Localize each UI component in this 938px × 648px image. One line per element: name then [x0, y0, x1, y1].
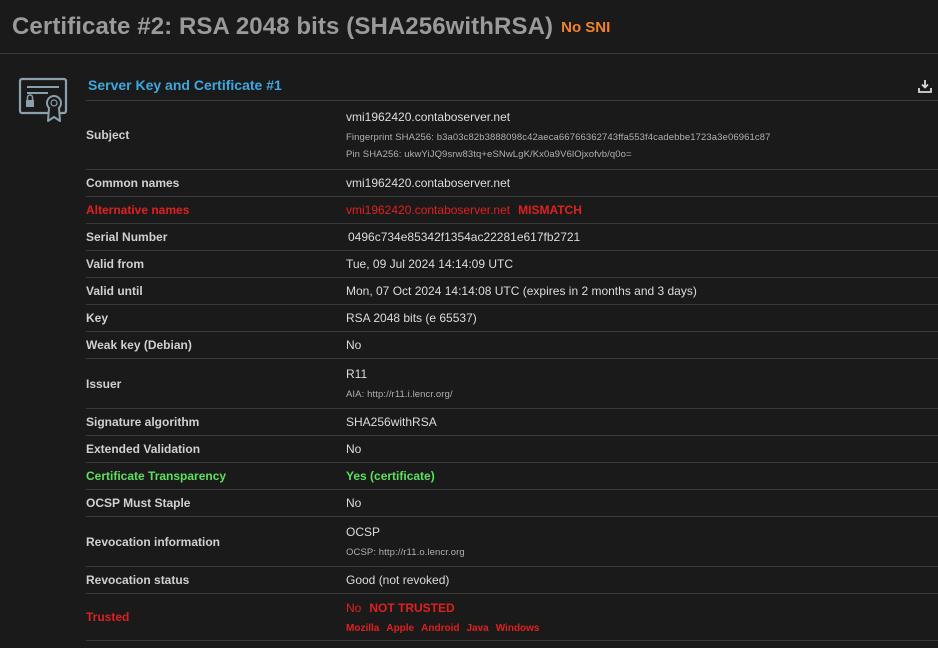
- trust-store-java[interactable]: Java: [466, 623, 488, 634]
- label-revocation-status: Revocation status: [86, 566, 346, 594]
- revocation-ocsp-url: OCSP: http://r11.o.lencr.org: [346, 547, 465, 558]
- label-trusted: Trusted: [86, 593, 346, 641]
- row-revocation-information: Revocation information OCSP OCSP: http:/…: [86, 516, 938, 567]
- row-key: Key RSA 2048 bits (e 65537): [86, 304, 938, 332]
- section-title: Server Key and Certificate #1: [88, 77, 282, 93]
- trust-store-mozilla[interactable]: Mozilla: [346, 623, 379, 634]
- label-weak-key: Weak key (Debian): [86, 331, 346, 359]
- row-valid-until: Valid until Mon, 07 Oct 2024 14:14:08 UT…: [86, 277, 938, 305]
- label-revocation-information: Revocation information: [86, 516, 346, 567]
- certificate-icon: [18, 77, 68, 122]
- signature-algorithm-value: SHA256withRSA: [346, 408, 938, 436]
- certificate-details-table: Subject vmi1962420.contaboserver.net Fin…: [86, 101, 938, 641]
- serial-value: 0496c734e85342f1354ac22281e617fb2721: [346, 223, 938, 251]
- row-signature-algorithm: Signature algorithm SHA256withRSA: [86, 408, 938, 436]
- subject-fingerprint: Fingerprint SHA256: b3a03c82b3888098c42a…: [346, 132, 771, 143]
- valid-from-value: Tue, 09 Jul 2024 14:14:09 UTC: [346, 250, 938, 278]
- row-common-names: Common names vmi1962420.contaboserver.ne…: [86, 169, 938, 197]
- trust-store-apple[interactable]: Apple: [386, 623, 414, 634]
- row-valid-from: Valid from Tue, 09 Jul 2024 14:14:09 UTC: [86, 250, 938, 278]
- weak-key-value: No: [346, 331, 938, 359]
- row-trusted: Trusted No NOT TRUSTED Mozilla Apple Androi…: [86, 593, 938, 641]
- label-issuer: Issuer: [86, 358, 346, 409]
- label-certificate-transparency: Certificate Transparency: [86, 462, 346, 490]
- row-certificate-transparency: Certificate Transparency Yes (certificat…: [86, 462, 938, 490]
- label-key: Key: [86, 304, 346, 332]
- label-alt-names: Alternative names: [86, 196, 346, 224]
- label-common-names: Common names: [86, 169, 346, 197]
- subject-value: vmi1962420.contaboserver.net: [346, 110, 511, 124]
- label-valid-until: Valid until: [86, 277, 346, 305]
- label-valid-from: Valid from: [86, 250, 346, 278]
- extended-validation-value: No: [346, 435, 938, 463]
- alt-names-value: vmi1962420.contaboserver.net: [346, 203, 511, 217]
- row-ocsp-must-staple: OCSP Must Staple No: [86, 489, 938, 517]
- revocation-information-value: OCSP: [346, 525, 381, 539]
- trust-store-windows[interactable]: Windows: [496, 623, 540, 634]
- label-ocsp-must-staple: OCSP Must Staple: [86, 489, 346, 517]
- issuer-aia: AIA: http://r11.i.lencr.org/: [346, 389, 453, 400]
- label-signature-algorithm: Signature algorithm: [86, 408, 346, 436]
- label-extended-validation: Extended Validation: [86, 435, 346, 463]
- page-title: Certificate #2: RSA 2048 bits (SHA256wit…: [12, 12, 554, 40]
- row-extended-validation: Extended Validation No: [86, 435, 938, 463]
- label-serial: Serial Number: [86, 223, 346, 251]
- row-weak-key: Weak key (Debian) No: [86, 331, 938, 359]
- mismatch-badge: MISMATCH: [518, 203, 582, 217]
- ocsp-must-staple-value: No: [346, 489, 938, 517]
- no-sni-badge: No SNI: [561, 19, 611, 36]
- row-alt-names: Alternative names vmi1962420.contaboserv…: [86, 196, 938, 224]
- trusted-value: No: [346, 600, 362, 615]
- valid-until-value: Mon, 07 Oct 2024 14:14:08 UTC (expires i…: [346, 277, 938, 305]
- page-header: Certificate #2: RSA 2048 bits (SHA256wit…: [0, 0, 938, 54]
- row-revocation-status: Revocation status Good (not revoked): [86, 566, 938, 594]
- subject-pin: Pin SHA256: ukwYiJQ9srw83tq+eSNwLgK/Kx0a…: [346, 149, 632, 160]
- certificate-transparency-value: Yes (certificate): [346, 462, 938, 490]
- row-issuer: Issuer R11 AIA: http://r11.i.lencr.org/: [86, 358, 938, 409]
- download-icon[interactable]: [918, 79, 932, 93]
- trust-store-android[interactable]: Android: [421, 623, 459, 634]
- key-value: RSA 2048 bits (e 65537): [346, 304, 938, 332]
- row-serial: Serial Number 0496c734e85342f1354ac22281…: [86, 223, 938, 251]
- issuer-value: R11: [346, 367, 368, 381]
- trust-stores: Mozilla Apple Android Java Windows: [346, 620, 938, 634]
- label-subject: Subject: [86, 101, 346, 170]
- common-names-value: vmi1962420.contaboserver.net: [346, 169, 938, 197]
- revocation-status-value: Good (not revoked): [346, 566, 938, 594]
- not-trusted-badge: NOT TRUSTED: [369, 600, 455, 615]
- row-subject: Subject vmi1962420.contaboserver.net Fin…: [86, 101, 938, 170]
